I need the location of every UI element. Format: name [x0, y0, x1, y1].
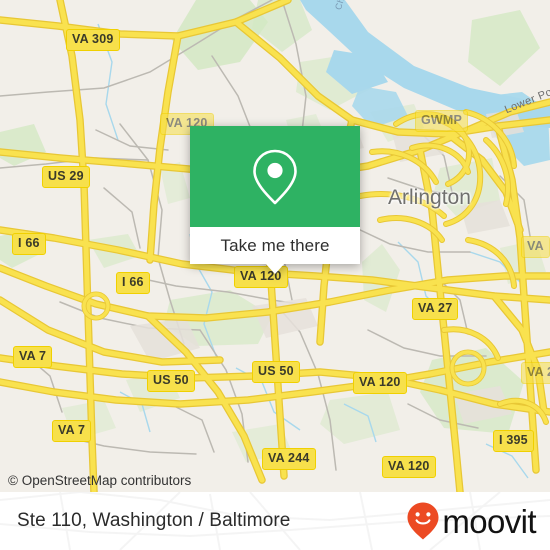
location-address-label: Ste 110, Washington / Baltimore: [17, 510, 291, 531]
map-pin-icon: [253, 149, 297, 204]
popup-pointer-tail: [265, 263, 285, 274]
osm-attribution[interactable]: © OpenStreetMap contributors: [8, 473, 191, 488]
road-shield: I 395: [493, 430, 534, 452]
road-shield: US 50: [252, 361, 300, 383]
road-shield: VA 120: [353, 372, 407, 394]
road-shield: VA 120: [382, 456, 436, 478]
road-shield: VA 27: [412, 298, 459, 320]
road-shield: US 50: [147, 370, 195, 392]
road-shield: VA 309: [66, 29, 120, 51]
road-shield: VA 7: [52, 420, 92, 442]
moovit-smiley-pin-icon: [407, 502, 439, 540]
popup-action-bar[interactable]: Take me there: [190, 227, 360, 274]
popup-header: [190, 126, 360, 227]
road-shield: VA 244: [262, 448, 316, 470]
road-shield: US 29: [42, 166, 90, 188]
place-label-arlington: Arlington: [388, 186, 471, 209]
road-shield: VA 244: [521, 362, 550, 384]
moovit-brand-logo[interactable]: moovit: [406, 501, 537, 541]
moovit-map-screen: Arlington Chesapeake and Ohio Canal Lowe…: [0, 0, 550, 550]
map-canvas[interactable]: Arlington Chesapeake and Ohio Canal Lowe…: [0, 0, 550, 492]
road-shield: I 66: [116, 272, 150, 294]
road-shield: VA: [521, 236, 550, 258]
road-shield: VA 7: [13, 346, 53, 368]
take-me-there-label: Take me there: [220, 235, 330, 255]
road-shield: GWMP: [415, 110, 469, 132]
brand-name-text: moovit: [442, 502, 536, 540]
destination-popup-card[interactable]: Take me there: [190, 126, 360, 274]
footer-bar: Ste 110, Washington / Baltimore moovit: [0, 492, 550, 550]
road-shield: I 66: [12, 233, 46, 255]
